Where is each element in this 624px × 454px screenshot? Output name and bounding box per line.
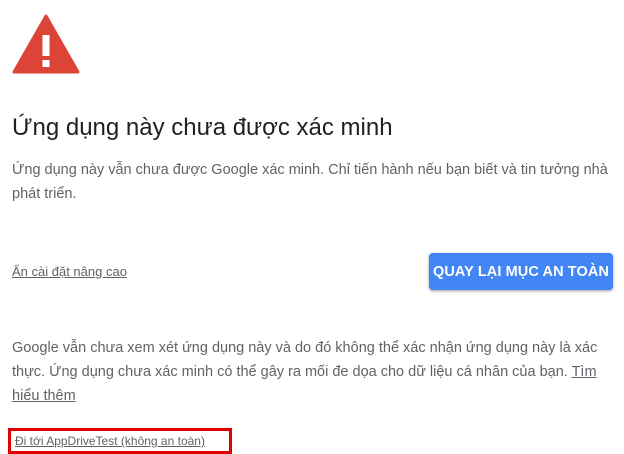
back-to-safety-button[interactable]: QUAY LẠI MỤC AN TOÀN <box>429 253 613 290</box>
proceed-unsafe-link[interactable]: Đi tới AppDriveTest (không an toàn) <box>15 433 205 449</box>
advanced-details-body: Google vẫn chưa xem xét ứng dụng này và … <box>12 340 598 380</box>
advanced-details-text: Google vẫn chưa xem xét ứng dụng này và … <box>12 336 612 408</box>
proceed-highlight-box: Đi tới AppDriveTest (không an toàn) <box>8 428 232 454</box>
page-title: Ứng dụng này chưa được xác minh <box>12 114 393 141</box>
intro-text: Ứng dụng này vẫn chưa được Google xác mi… <box>12 162 608 202</box>
warning-icon <box>12 14 80 74</box>
hide-advanced-link[interactable]: Ẩn cài đặt nâng cao <box>12 262 127 282</box>
